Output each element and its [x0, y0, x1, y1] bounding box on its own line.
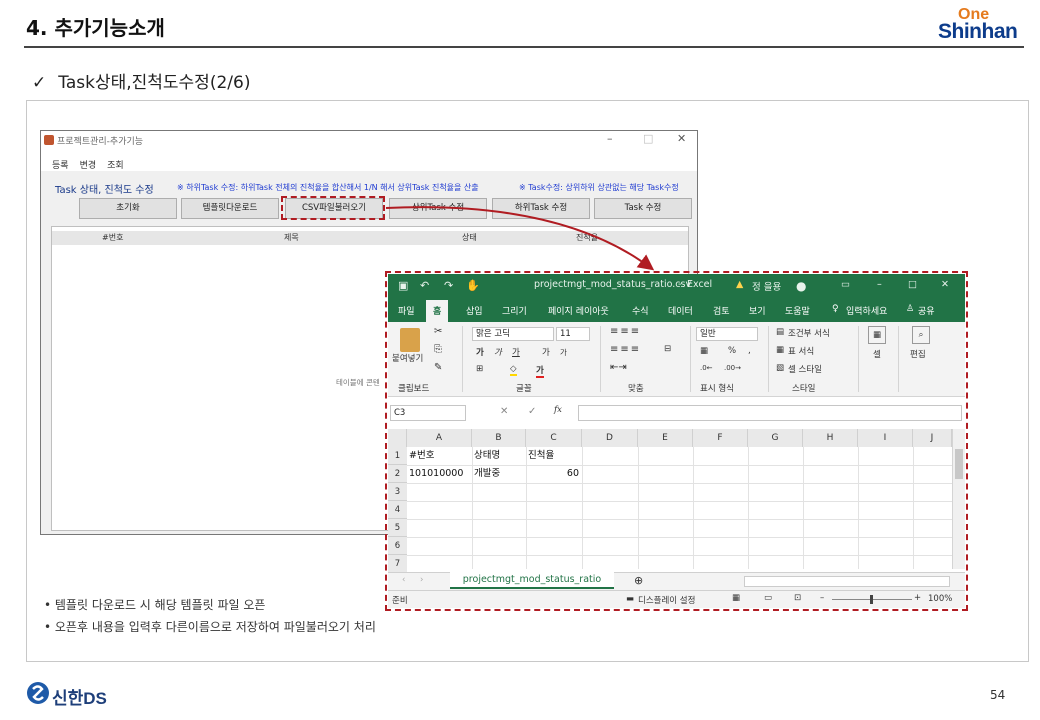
- shinhan-logo-icon: [27, 682, 49, 704]
- page-number: 54: [990, 688, 1006, 702]
- footer-brand: 신한DS: [52, 689, 107, 708]
- bullet-list: • 템플릿 다운로드 시 해당 템플릿 파일 오픈 • 오픈후 내용을 입력후 …: [44, 594, 376, 638]
- bullet-item: • 오픈후 내용을 입력후 다른이름으로 저장하여 파일불러오기 처리: [44, 620, 376, 634]
- bullet-item: • 템플릿 다운로드 시 해당 템플릿 파일 오픈: [44, 598, 266, 612]
